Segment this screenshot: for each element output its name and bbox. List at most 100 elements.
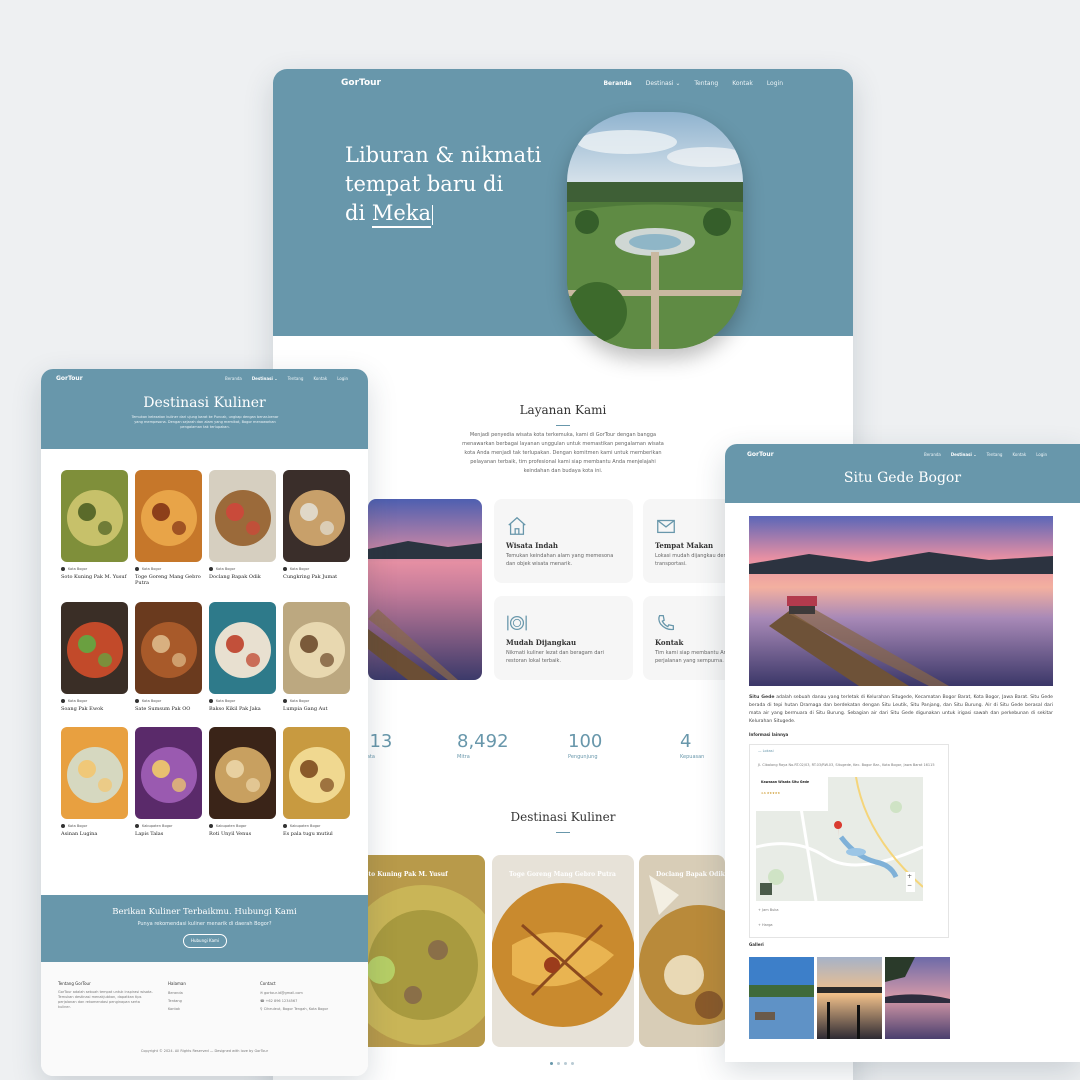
kuliner-card[interactable]: Toge Goreng Mang Gebro Putra: [492, 855, 634, 1047]
food-image: [135, 602, 202, 694]
food-name: Toge Goreng Mang Gebro Putra: [135, 574, 201, 586]
kuliner-card-title: Toge Goreng Mang Gebro Putra: [509, 871, 616, 878]
hero-title: Liburan & nikmati tempat baru di di Meka: [345, 141, 555, 228]
gallery-title: Galleri: [749, 942, 764, 947]
gallery-image[interactable]: [749, 957, 814, 1039]
nav-destinasi[interactable]: Destinasi ⌄: [951, 452, 977, 457]
food-card[interactable]: Kota Bogor Bakso Kikil Pak Jaka: [209, 602, 276, 712]
footer-about-title: Tentang GorTour: [58, 981, 91, 986]
pin-icon: [135, 567, 139, 571]
envelope-icon: [657, 519, 675, 534]
stat-number: 100: [568, 731, 603, 752]
nav-beranda[interactable]: Beranda: [924, 452, 941, 457]
gallery-image[interactable]: [885, 957, 950, 1039]
detail-header: GorTour Beranda Destinasi ⌄ Tentang Kont…: [725, 444, 1080, 503]
food-card[interactable]: Kota Bogor Soto Kuning Pak M. Yusuf: [61, 470, 128, 580]
accordion-jam-label: Jam Buka: [762, 908, 779, 912]
stat-label: Pengunjung: [568, 754, 598, 760]
nav-kontak[interactable]: Kontak: [313, 376, 327, 381]
hero-line-2: tempat baru di: [345, 172, 504, 196]
carousel-dot[interactable]: [564, 1062, 567, 1065]
carousel-dot[interactable]: [557, 1062, 560, 1065]
cta-section: Berikan Kuliner Terbaikmu. Hubungi Kami …: [41, 895, 368, 962]
food-card[interactable]: Kota Bogor Toge Goreng Mang Gebro Putra: [135, 470, 202, 586]
pin-icon: [283, 824, 287, 828]
carousel-dot[interactable]: [571, 1062, 574, 1065]
kuliner-card[interactable]: Doclang Bapak Odik: [639, 855, 725, 1047]
logo[interactable]: GorTour: [747, 451, 774, 458]
pin-icon: [135, 824, 139, 828]
footer-email-text: gortour.id@gmail.com: [264, 991, 303, 995]
food-card[interactable]: Kabupaten Bogor Lapis Talas: [135, 727, 202, 837]
footer-phone[interactable]: ☎ +62 896 1234567: [260, 999, 297, 1004]
nav-login[interactable]: Login: [337, 376, 348, 381]
nav-tentang[interactable]: Tentang: [288, 376, 304, 381]
stat-label: Mitra: [457, 754, 470, 760]
food-location: Kota Bogor: [209, 567, 276, 571]
kuliner-header: GorTour Beranda Destinasi ⌄ Tentang Kont…: [41, 369, 368, 449]
accordion-lokasi[interactable]: — Lokasi: [758, 749, 774, 753]
stat-mitra: 8,492 Mitra: [457, 731, 547, 760]
cta-title: Berikan Kuliner Terbaikmu. Hubungi Kami: [112, 907, 297, 917]
food-card[interactable]: Kota Bogor Doclang Bapak Odik: [209, 470, 276, 580]
carousel-dot[interactable]: [550, 1062, 553, 1065]
contact-button[interactable]: Hubungi Kami: [183, 934, 227, 948]
footer-address-text: Ciheuleut, Bogor Tengah, Kota Bogor: [263, 1007, 329, 1011]
nav-tentang[interactable]: Tentang: [987, 452, 1003, 457]
logo[interactable]: GorTour: [56, 375, 83, 382]
food-location-text: Kota Bogor: [68, 824, 88, 828]
food-card[interactable]: Kota Bogor Cungkring Pak Jumat: [283, 470, 350, 580]
footer-link-kontak[interactable]: Kontak: [168, 1007, 180, 1012]
logo[interactable]: GorTour: [341, 78, 381, 88]
footer-email[interactable]: ✉ gortour.id@gmail.com: [260, 991, 303, 996]
food-card[interactable]: Kota Bogor Soang Pak Ewok: [61, 602, 128, 712]
food-location-text: Kota Bogor: [142, 567, 162, 571]
nav-beranda[interactable]: Beranda: [603, 80, 631, 87]
nav-kontak[interactable]: Kontak: [732, 80, 753, 87]
food-location: Kota Bogor: [283, 699, 350, 703]
destination-detail-card: GorTour Beranda Destinasi ⌄ Tentang Kont…: [725, 444, 1080, 1062]
accordion-jam-buka[interactable]: + Jam Buka: [758, 908, 778, 912]
services-lake-image: [368, 499, 482, 680]
nav-login[interactable]: Login: [1036, 452, 1047, 457]
food-location-text: Kota Bogor: [68, 567, 88, 571]
nav-login[interactable]: Login: [767, 80, 783, 87]
nav-tentang[interactable]: Tentang: [694, 80, 718, 87]
nav-destinasi[interactable]: Destinasi ⌄: [252, 376, 278, 381]
footer-link-tentang[interactable]: Tentang: [168, 999, 182, 1004]
house-icon: [508, 516, 526, 535]
service-card-wisata[interactable]: Wisata Indah Temukan keindahan alam yang…: [494, 499, 633, 583]
main-navbar: GorTour Beranda Destinasi ⌄ Tentang Kont…: [341, 78, 783, 88]
map-embed[interactable]: Kawasan Wisata Situ Gede 4.6 ★★★★★ + −: [756, 777, 923, 901]
carousel-dots[interactable]: [550, 1062, 574, 1065]
food-card[interactable]: Kota Bogor Lumpia Gang Aut: [283, 602, 350, 712]
food-location: Kota Bogor: [61, 699, 128, 703]
food-location-text: Kota Bogor: [216, 567, 236, 571]
phone-icon: [658, 615, 674, 631]
food-card[interactable]: Kota Bogor Asinan Lugina: [61, 727, 128, 837]
stat-label: Wisata: [358, 754, 448, 760]
stat-number: 313: [358, 731, 393, 752]
map-zoom-controls[interactable]: + −: [907, 872, 912, 890]
destination-description: Situ Gede adalah sebuah danau yang terle…: [749, 694, 1053, 726]
food-image: [135, 470, 202, 562]
nav-beranda[interactable]: Beranda: [225, 376, 242, 381]
food-name: Lumpia Gang Aut: [283, 706, 328, 712]
footer-links-title: Halaman: [168, 981, 186, 986]
service-card-mudah-dijangkau[interactable]: Mudah Dijangkau Nikmati kuliner lezat da…: [494, 596, 633, 680]
food-card[interactable]: Kota Bogor Sate Sumsum Pak OO: [135, 602, 202, 712]
service-title: Mudah Dijangkau: [506, 638, 577, 647]
nav-kontak[interactable]: Kontak: [1012, 452, 1026, 457]
food-card[interactable]: Kabupaten Bogor Roti Unyil Venus: [209, 727, 276, 837]
accordion-harga-label: Harga: [762, 923, 773, 927]
nav-destinasi[interactable]: Destinasi ⌄: [646, 80, 681, 87]
food-location-text: Kabupaten Bogor: [290, 824, 321, 828]
food-location-text: Kota Bogor: [290, 567, 310, 571]
footer-address: ⚲ Ciheuleut, Bogor Tengah, Kota Bogor: [260, 1007, 328, 1012]
footer-link-beranda[interactable]: Beranda: [168, 991, 183, 996]
accordion-harga[interactable]: + Harga: [758, 923, 773, 927]
food-card[interactable]: Kabupaten Bogor Es pala tugu mutiul: [283, 727, 350, 837]
plate-icon: [507, 615, 527, 631]
gallery-image[interactable]: [817, 957, 882, 1039]
pin-icon: [209, 824, 213, 828]
